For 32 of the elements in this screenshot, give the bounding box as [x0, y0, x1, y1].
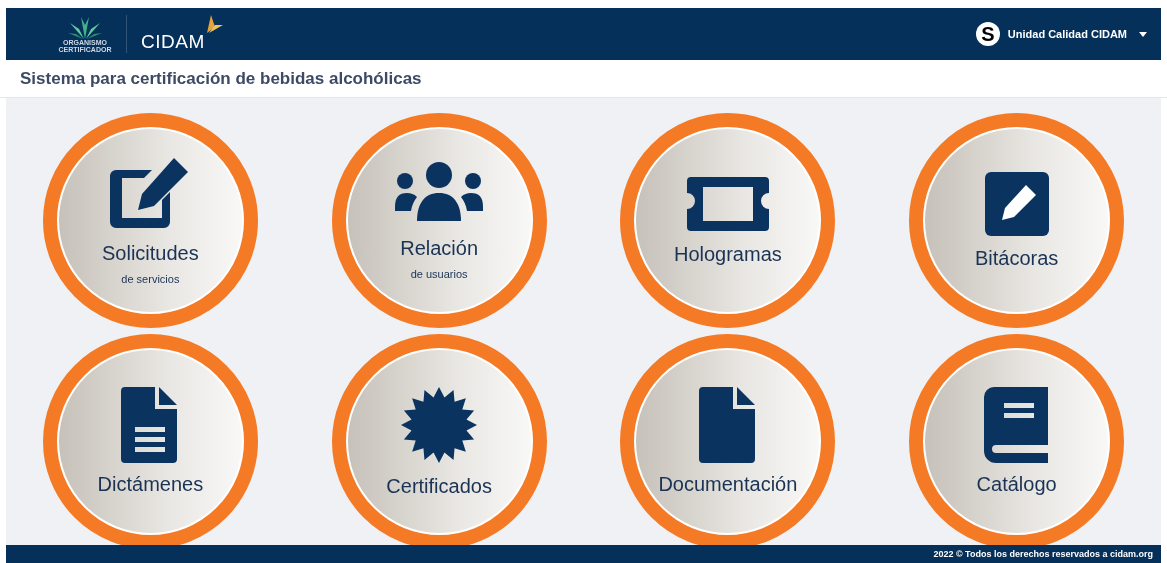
user-menu[interactable]: S Unidad Calidad CIDAM — [975, 22, 1147, 46]
brand-name: CIDAM — [141, 31, 205, 53]
module-button[interactable]: Bitácoras — [909, 113, 1125, 328]
module-button[interactable]: Dictámenes — [42, 334, 258, 545]
butterfly-icon — [204, 15, 225, 35]
module-title: Hologramas — [673, 243, 782, 266]
module-title: Solicitudes — [102, 242, 199, 265]
caret-icon — [1139, 31, 1147, 37]
pencil-icon — [983, 171, 1050, 237]
module-button[interactable]: Hologramas — [620, 113, 836, 328]
page-title: Sistema para certificación de bebidas alcohólicas — [20, 68, 422, 89]
user-avatar: S — [975, 22, 1000, 46]
file-icon — [698, 387, 757, 463]
module-button[interactable]: Catálogo — [909, 334, 1125, 545]
module-subtitle: de usuarios — [410, 268, 468, 280]
module-title: Bitácoras — [974, 247, 1059, 270]
document-icon — [121, 387, 180, 463]
module-title: Catálogo — [976, 473, 1057, 496]
user-name: Unidad Calidad CIDAM — [1007, 28, 1127, 40]
copyright-text: 2022 © Todos los derechos reservados a cidam.org — [933, 549, 1153, 559]
book-icon — [983, 387, 1050, 463]
module-title: Dictámenes — [97, 473, 204, 496]
module-title: Relación — [400, 237, 479, 260]
module-button[interactable]: Documentación — [620, 334, 836, 545]
module-title: Documentación — [658, 473, 798, 496]
module-button[interactable]: Relación de usuarios — [331, 113, 547, 328]
ticket-icon — [684, 175, 771, 233]
module-button[interactable]: Solicitudes de servicios — [42, 113, 258, 328]
agave-logo-icon — [68, 15, 102, 39]
module-subtitle: de servicios — [121, 273, 180, 285]
module-title: Certificados — [386, 475, 492, 498]
module-button[interactable]: Certificados — [331, 334, 547, 545]
